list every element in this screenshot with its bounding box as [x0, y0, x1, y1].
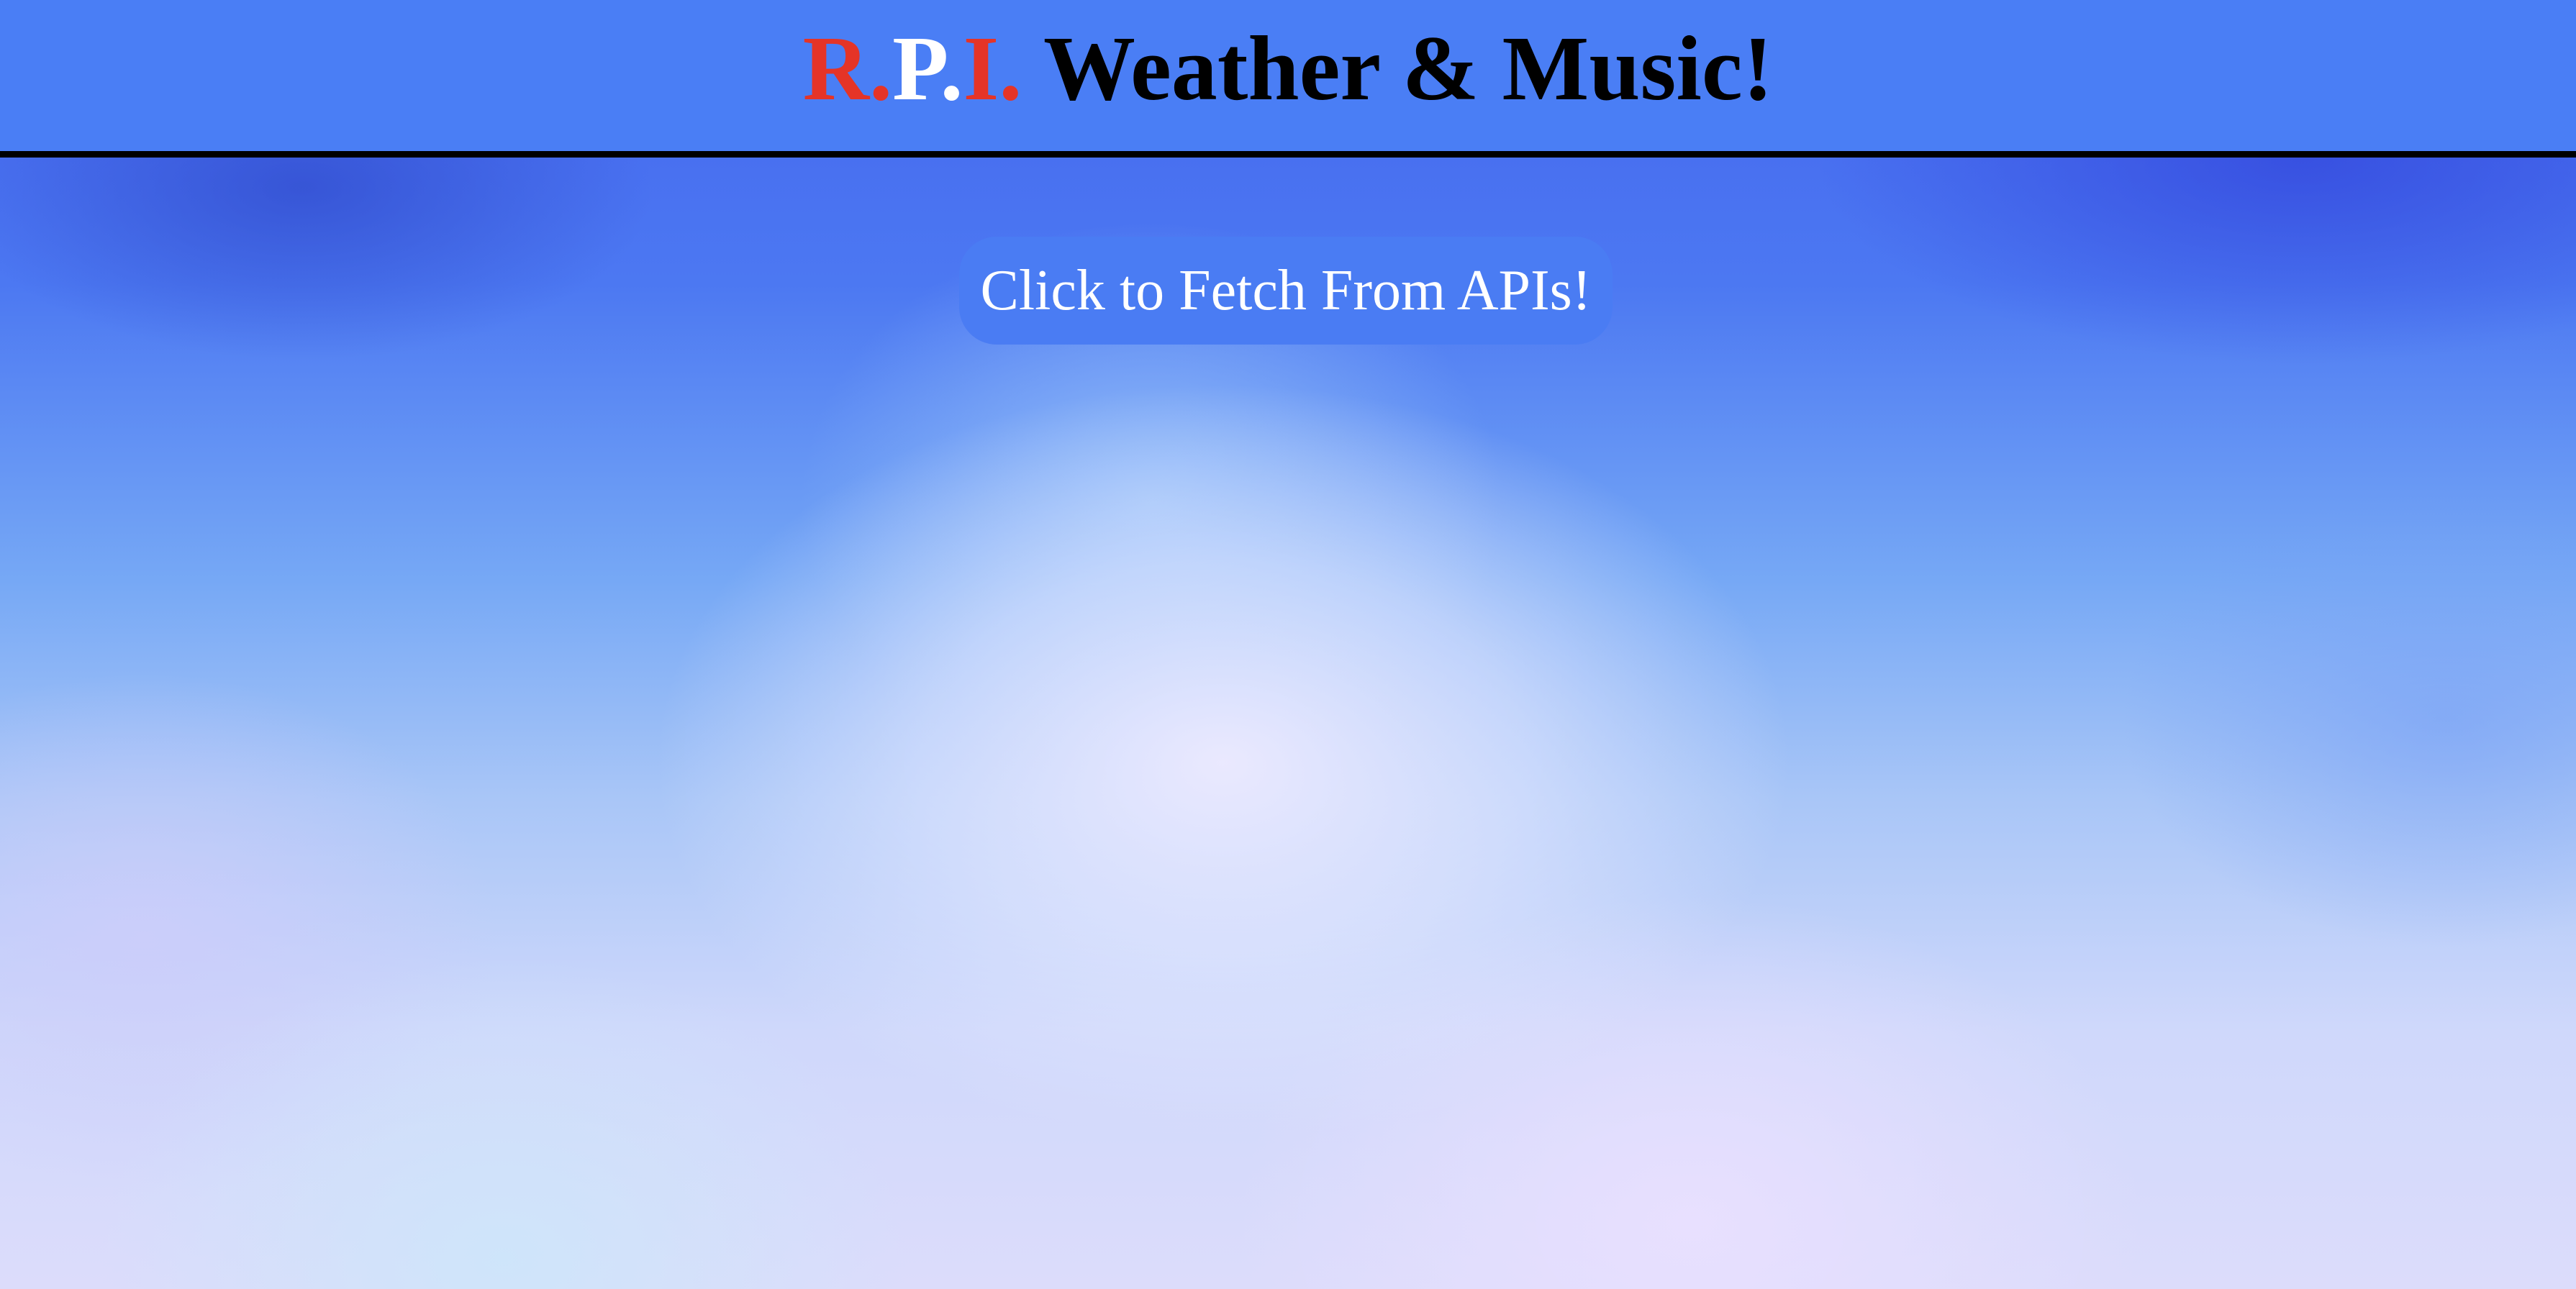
title-letter-p: P — [892, 17, 940, 119]
title-dot: . — [869, 17, 893, 119]
header-bar: R.P.I. Weather & Music! — [0, 0, 2576, 158]
title-text: Weather & Music! — [1022, 17, 1774, 119]
title-letter-r: R — [802, 17, 870, 119]
page-title: R.P.I. Weather & Music! — [803, 22, 1774, 114]
title-dot: . — [940, 17, 963, 119]
fetch-apis-button[interactable]: Click to Fetch From APIs! — [959, 237, 1613, 345]
title-letter-i: I — [963, 17, 999, 119]
title-dot: . — [999, 17, 1022, 119]
